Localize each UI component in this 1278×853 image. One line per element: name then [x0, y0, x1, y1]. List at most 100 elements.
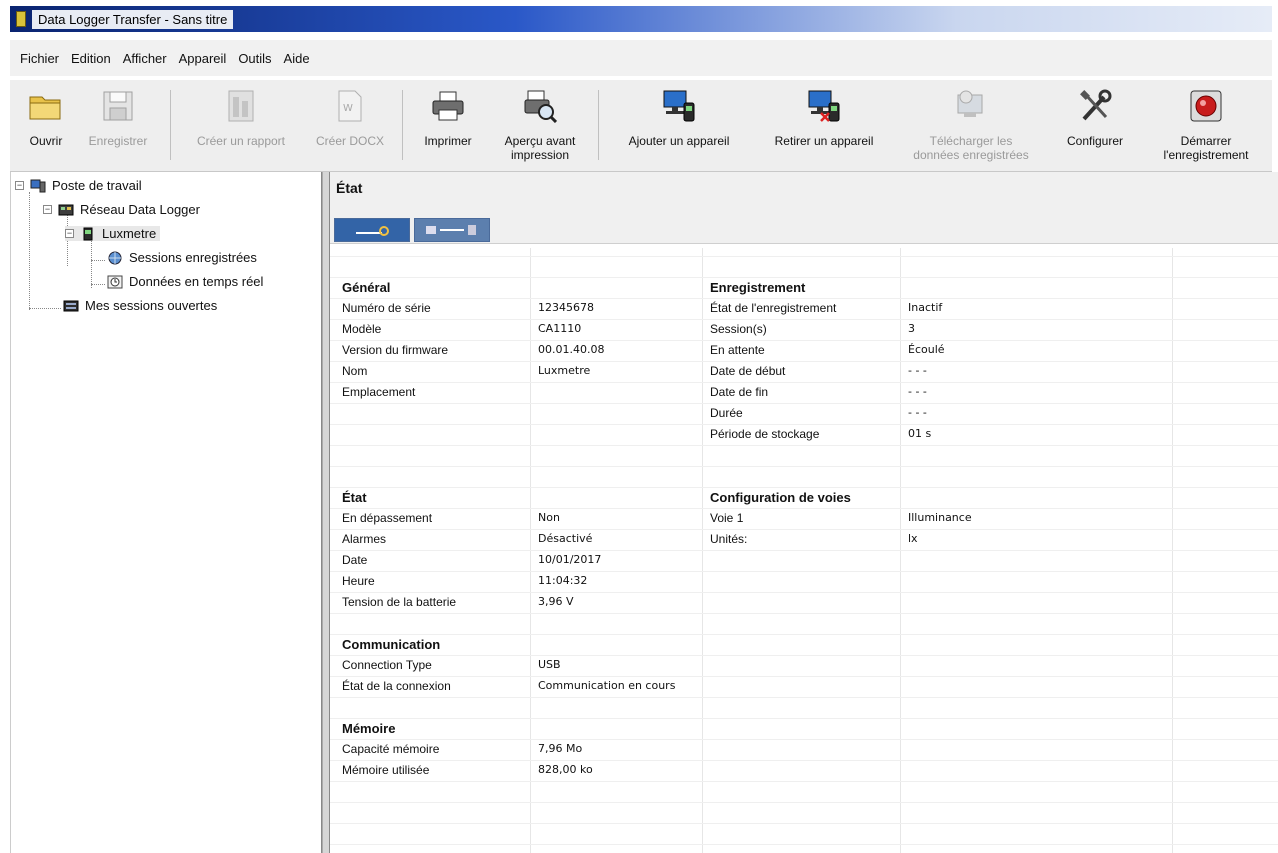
tree-item-workstation[interactable]: − Poste de travail — [15, 178, 142, 193]
tab-channels[interactable] — [414, 218, 490, 242]
general-value: CA1110 — [538, 322, 582, 335]
tree-label-workstation: Poste de travail — [52, 178, 142, 193]
remove-device-icon — [804, 86, 844, 126]
grid-row-line — [330, 739, 1278, 740]
menu-fichier[interactable]: Fichier — [20, 51, 59, 66]
luxmeter-icon — [83, 227, 93, 240]
general-value: 00.01.40.08 — [538, 343, 605, 356]
grid-row-line — [330, 718, 1278, 719]
etat-label: Date — [342, 553, 368, 567]
tree-item-device[interactable]: − Luxmetre — [65, 226, 161, 241]
title-bar: Data Logger Transfer - Sans titre — [10, 6, 1272, 32]
computer-icon — [30, 179, 46, 192]
voies-section-title: Configuration de voies — [710, 490, 851, 505]
general-label: Modèle — [342, 322, 382, 336]
tree-item-open-sessions[interactable]: Mes sessions ouvertes — [63, 298, 217, 313]
grid-row-line — [330, 424, 1278, 425]
menu-outils[interactable]: Outils — [238, 51, 271, 66]
create-report-button[interactable]: Créer un rapport — [182, 86, 300, 148]
etat-value: Désactivé — [538, 532, 593, 545]
communication-label: Connection Type — [342, 658, 432, 672]
status-panel: État Général Numéro de série 12345678 Modèl… — [330, 172, 1278, 853]
grid-row-line — [330, 781, 1278, 782]
grid-row-line — [330, 382, 1278, 383]
status-grid: Général Numéro de série 12345678 Modèle CA11… — [330, 248, 1278, 853]
enregistrement-label: Durée — [710, 406, 743, 420]
enregistrement-label: Date de début — [710, 364, 786, 378]
voies-label: Unités: — [710, 532, 748, 546]
save-label: Enregistrer — [88, 134, 148, 148]
tree-label-open-sessions: Mes sessions ouvertes — [85, 298, 218, 313]
configure-button[interactable]: Configurer — [1056, 86, 1134, 148]
grid-row-line — [330, 760, 1278, 761]
wrench-icon — [356, 226, 389, 236]
enregistrement-label: État de l'enregistrement — [710, 301, 837, 315]
etat-value: Non — [538, 511, 560, 524]
grid-row-line — [330, 508, 1278, 509]
collapse-icon[interactable]: − — [65, 229, 74, 238]
memoire-value: 828,00 ko — [538, 763, 593, 776]
tab-settings[interactable] — [334, 218, 410, 242]
etat-value: 3,96 V — [538, 595, 574, 608]
download-data-button[interactable]: Télécharger les données enregistrées — [898, 86, 1044, 162]
tree-connector — [29, 308, 61, 309]
toolbar: Ouvrir Enregistrer Créer un rapport W Cr… — [10, 80, 1272, 172]
etat-label: Tension de la batterie — [342, 595, 457, 609]
grid-row-line — [330, 298, 1278, 299]
tree-item-recorded-sessions[interactable]: Sessions enregistrées — [107, 250, 257, 265]
menu-aide[interactable]: Aide — [284, 51, 310, 66]
memoire-value: 7,96 Mo — [538, 742, 583, 755]
menu-edition[interactable]: Edition — [71, 51, 111, 66]
printer-icon — [428, 86, 468, 126]
tools-icon — [1075, 86, 1115, 126]
menu-afficher[interactable]: Afficher — [123, 51, 167, 66]
remove-device-button[interactable]: Retirer un appareil — [754, 86, 894, 148]
download-label-1: Télécharger les — [929, 134, 1013, 148]
print-preview-button[interactable]: Aperçu avant impression — [492, 86, 588, 162]
tree-item-network[interactable]: − Réseau Data Logger — [43, 202, 200, 217]
general-value: 12345678 — [538, 301, 594, 314]
toolbar-separator — [402, 90, 403, 160]
tree-item-realtime-data[interactable]: Données en temps réel — [107, 274, 263, 289]
etat-section-title: État — [342, 490, 367, 505]
tree-label-device: Luxmetre — [102, 226, 157, 241]
grid-row-line — [330, 655, 1278, 656]
grid-row-line — [330, 592, 1278, 593]
device-tree: − Poste de travail − Réseau Data Logger … — [10, 172, 322, 853]
status-panel-header: État — [330, 172, 1278, 244]
grid-row-line — [330, 844, 1278, 845]
print-button[interactable]: Imprimer — [416, 86, 480, 148]
voies-label: Voie 1 — [710, 511, 744, 525]
open-button[interactable]: Ouvrir — [16, 86, 76, 148]
grid-row-line — [330, 277, 1278, 278]
panel-splitter[interactable] — [322, 172, 330, 853]
enregistrement-value: Écoulé — [908, 343, 945, 356]
grid-row-line — [330, 319, 1278, 320]
print-preview-label-2: impression — [510, 148, 570, 162]
docx-icon: W — [330, 86, 370, 126]
grid-row-line — [330, 256, 1278, 257]
download-icon — [951, 86, 991, 126]
add-device-button[interactable]: Ajouter un appareil — [610, 86, 748, 148]
create-docx-label: Créer DOCX — [315, 134, 384, 148]
enregistrement-label: Session(s) — [710, 322, 767, 336]
create-docx-button[interactable]: W Créer DOCX — [310, 86, 390, 148]
menu-appareil[interactable]: Appareil — [179, 51, 227, 66]
grid-row-line — [330, 529, 1278, 530]
collapse-icon[interactable]: − — [43, 205, 52, 214]
general-value: Luxmetre — [538, 364, 591, 377]
clock-icon — [107, 275, 123, 288]
save-button[interactable]: Enregistrer — [82, 86, 154, 148]
enregistrement-value: - - - — [908, 364, 927, 377]
grid-row-line — [330, 676, 1278, 677]
collapse-icon[interactable]: − — [15, 181, 24, 190]
memoire-section-title: Mémoire — [342, 721, 396, 736]
enregistrement-value: - - - — [908, 406, 927, 419]
start-recording-button[interactable]: Démarrer l'enregistrement — [1148, 86, 1264, 162]
communication-value: USB — [538, 658, 561, 671]
communication-section-title: Communication — [342, 637, 441, 652]
panel-title: État — [336, 180, 363, 196]
enregistrement-label: En attente — [710, 343, 765, 357]
grid-row-line — [330, 571, 1278, 572]
grid-row-line — [330, 487, 1278, 488]
